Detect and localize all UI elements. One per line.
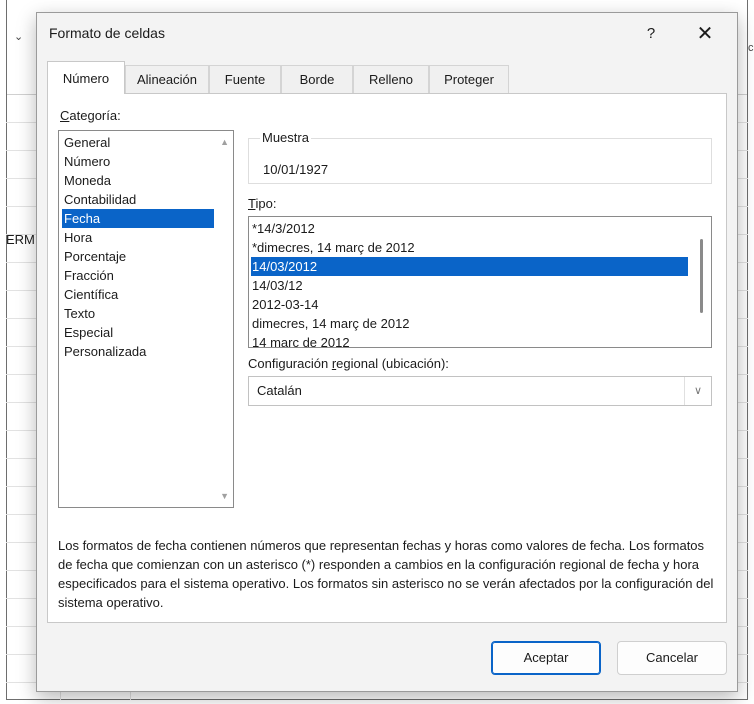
tab-alineacion[interactable]: Alineación [125, 65, 209, 93]
category-item-especial[interactable]: Especial [62, 323, 214, 342]
locale-value: Catalán [257, 383, 302, 398]
category-item-fecha[interactable]: Fecha [62, 209, 214, 228]
sample-label: Muestra [260, 130, 311, 145]
formula-bar-chevron-icon[interactable]: ⌄ [14, 30, 23, 43]
help-icon[interactable]: ? [637, 21, 665, 47]
tab-fuente[interactable]: Fuente [209, 65, 281, 93]
category-item-moneda[interactable]: Moneda [62, 171, 214, 190]
category-list[interactable]: General Número Moneda Contabilidad Fecha… [58, 130, 234, 508]
category-item-general[interactable]: General [62, 133, 214, 152]
ok-button[interactable]: Aceptar [491, 641, 601, 675]
scroll-up-arrow-icon[interactable]: ▲ [220, 137, 229, 147]
background-fragment-right: c [748, 42, 754, 54]
type-item[interactable]: *dimecres, 14 març de 2012 [251, 238, 688, 257]
tab-numero[interactable]: Número [47, 61, 125, 94]
close-icon[interactable]: ✕ [689, 21, 721, 47]
dialog-title: Formato de celdas [49, 25, 165, 41]
chevron-down-icon[interactable]: ∨ [684, 377, 711, 405]
category-item-porcentaje[interactable]: Porcentaje [62, 247, 214, 266]
tab-relleno[interactable]: Relleno [353, 65, 429, 93]
type-item[interactable]: 14 març de 2012 [251, 333, 688, 347]
tab-borde[interactable]: Borde [281, 65, 353, 93]
type-item[interactable]: dimecres, 14 març de 2012 [251, 314, 688, 333]
category-item-numero[interactable]: Número [62, 152, 214, 171]
number-tab-panel: Categoría: General Número Moneda Contabi… [47, 93, 727, 623]
category-item-texto[interactable]: Texto [62, 304, 214, 323]
type-list-scrollbar[interactable] [700, 239, 703, 313]
category-item-personalizada[interactable]: Personalizada [62, 342, 214, 361]
category-item-cientifica[interactable]: Científica [62, 285, 214, 304]
category-label: Categoría: [60, 108, 121, 123]
type-item[interactable]: 2012-03-14 [251, 295, 688, 314]
format-cells-dialog: Formato de celdas ? ✕ Número Alineación … [36, 12, 738, 692]
type-item[interactable]: 14/03/12 [251, 276, 688, 295]
category-item-hora[interactable]: Hora [62, 228, 214, 247]
type-item[interactable]: *14/3/2012 [251, 219, 688, 238]
type-label: Tipo: [248, 196, 277, 211]
locale-select[interactable]: Catalán ∨ [248, 376, 712, 406]
scroll-down-arrow-icon[interactable]: ▼ [220, 491, 229, 501]
format-description: Los formatos de fecha contienen números … [58, 538, 714, 610]
category-item-fraccion[interactable]: Fracción [62, 266, 214, 285]
type-list[interactable]: *14/3/2012 *dimecres, 14 març de 2012 14… [248, 216, 712, 348]
category-item-contabilidad[interactable]: Contabilidad [62, 190, 214, 209]
sample-box [248, 138, 712, 184]
cancel-button[interactable]: Cancelar [617, 641, 727, 675]
tab-proteger[interactable]: Proteger [429, 65, 509, 93]
type-item-selected[interactable]: 14/03/2012 [251, 257, 688, 276]
sample-value: 10/01/1927 [263, 162, 329, 177]
locale-label: Configuración regional (ubicación): [248, 356, 449, 371]
